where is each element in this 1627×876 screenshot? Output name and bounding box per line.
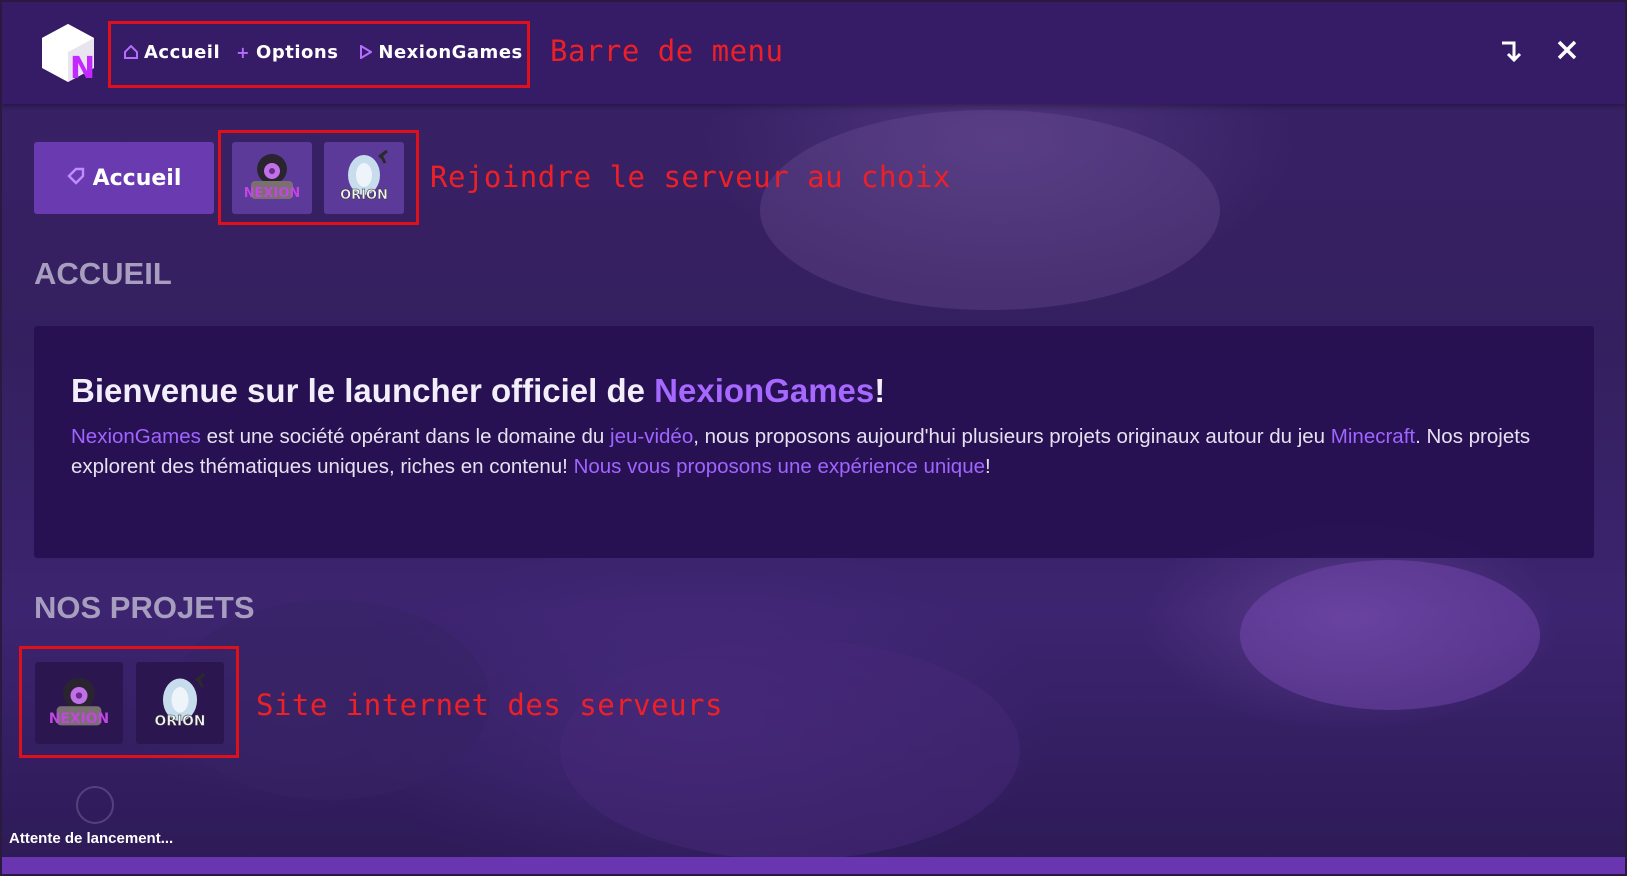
tab-accueil[interactable]: Accueil: [34, 142, 214, 214]
bg-shape: [760, 110, 1220, 310]
bg-shape: [560, 640, 1020, 860]
tab-accueil-label: Accueil: [92, 165, 182, 191]
annotation-box-menu: [108, 21, 530, 88]
status-text: Attente de lancement...: [9, 830, 174, 847]
link-jeu-video[interactable]: jeu-vidéo: [610, 425, 693, 448]
welcome-card: Bienvenue sur le launcher officiel de Ne…: [34, 326, 1594, 558]
text: , nous proposons aujourd'hui plusieurs p…: [693, 425, 1331, 448]
welcome-brand: NexionGames: [654, 372, 875, 409]
tag-icon: [66, 167, 85, 190]
copyright-icon: [76, 786, 114, 824]
nexion-logo-icon: N: [42, 24, 95, 84]
annotation-menu-bar: Barre de menu: [550, 34, 784, 68]
welcome-prefix: Bienvenue sur le launcher officiel de: [71, 372, 655, 409]
link-nexiongames[interactable]: NexionGames: [71, 425, 201, 448]
section-title-projets: NOS PROJETS: [34, 590, 255, 625]
minimize-button[interactable]: [1500, 38, 1522, 71]
arrow-down-icon: [1502, 41, 1522, 63]
welcome-description: NexionGames est une société opérant dans…: [71, 422, 1541, 482]
link-experience[interactable]: Nous vous proposons une expérience uniqu…: [574, 455, 985, 478]
welcome-heading: Bienvenue sur le launcher officiel de Ne…: [71, 372, 885, 410]
text: est une société opérant dans le domaine …: [200, 425, 611, 448]
annotation-box-websites: [19, 646, 239, 758]
annotation-box-join: [218, 130, 419, 225]
bg-shape: [1240, 560, 1540, 710]
text: !: [985, 455, 991, 478]
progress-bar: [0, 857, 1627, 876]
annotation-websites: Site internet des serveurs: [256, 688, 723, 722]
welcome-suffix: !: [874, 372, 886, 409]
close-button[interactable]: [1556, 38, 1578, 68]
annotation-join-server: Rejoindre le serveur au choix: [430, 160, 951, 194]
svg-text:N: N: [70, 51, 95, 84]
link-minecraft[interactable]: Minecraft: [1331, 425, 1415, 448]
section-title-accueil: ACCUEIL: [34, 256, 172, 291]
close-icon: [1557, 40, 1577, 60]
